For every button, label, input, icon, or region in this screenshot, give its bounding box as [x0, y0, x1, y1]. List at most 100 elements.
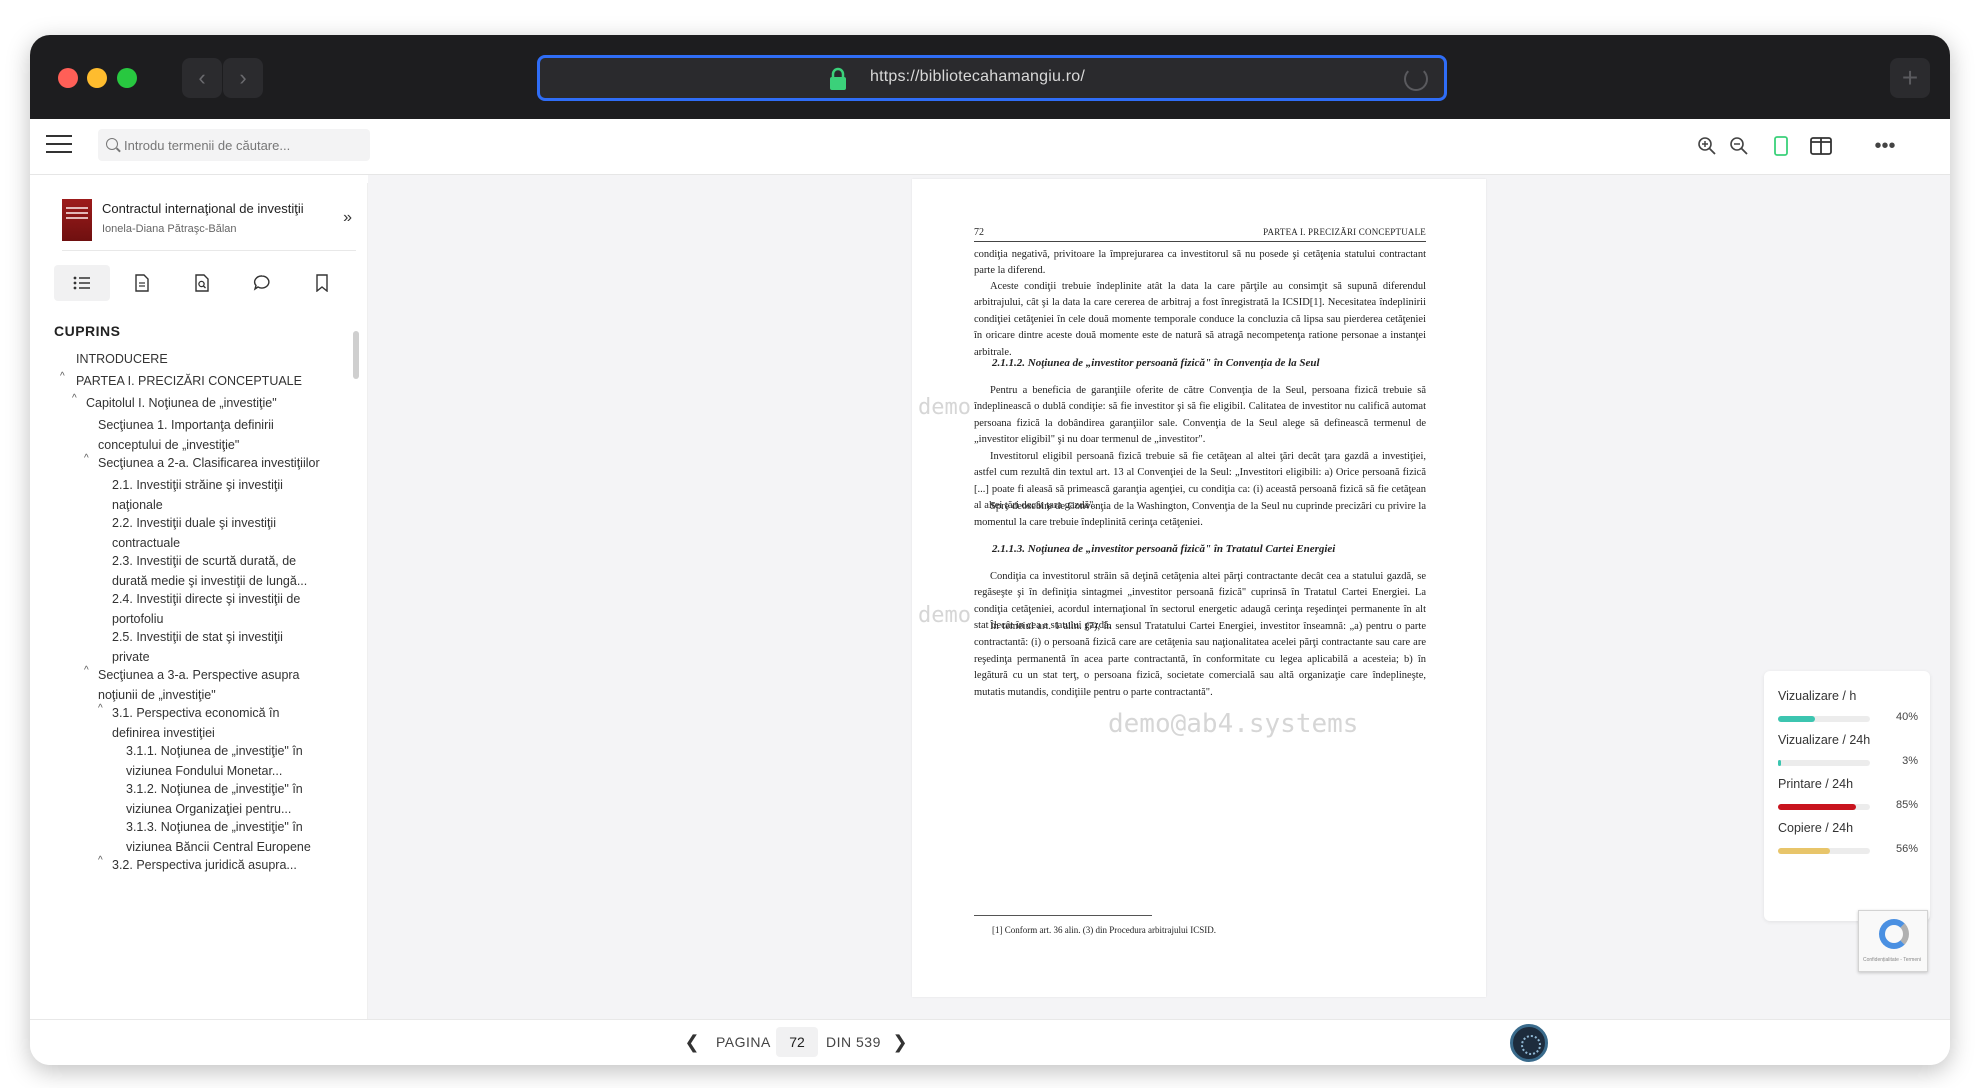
toc-item[interactable]: 3.2. Perspectiva juridică asupra...: [112, 855, 332, 875]
book-cover: [62, 199, 92, 241]
toc-item[interactable]: Secţiunea a 3-a. Perspective asupra noţi…: [98, 665, 318, 705]
book-title: Contractul internaţional de investiţii: [102, 201, 304, 216]
plus-icon: +: [1901, 62, 1919, 93]
minimize-window-button[interactable]: [87, 68, 107, 88]
comment-icon: [253, 275, 270, 291]
toc-item[interactable]: 3.1.1. Noţiunea de „investiţie" în viziu…: [126, 741, 326, 781]
new-tab-button[interactable]: +: [1890, 58, 1930, 98]
close-window-button[interactable]: [58, 68, 78, 88]
footnote-rule: [974, 915, 1152, 916]
chevron-left-icon: ❮: [684, 1031, 700, 1052]
list-icon: [73, 276, 90, 290]
page-number: 72: [974, 227, 984, 238]
toc-item[interactable]: 2.3. Investiţii de scurtă durată, de dur…: [112, 551, 332, 591]
page-number-input[interactable]: 72: [776, 1027, 818, 1057]
stat-value: 85%: [1895, 799, 1918, 811]
toc-item[interactable]: Secţiunea 1. Importanţa definirii concep…: [98, 415, 328, 455]
forward-button[interactable]: ›: [223, 58, 263, 98]
search-box: [98, 129, 370, 161]
stat-bar: [1778, 760, 1870, 766]
sidebar: Contractul internaţional de investiţii I…: [46, 183, 368, 1019]
more-options-icon[interactable]: •••: [1872, 133, 1898, 159]
page-total: DIN 539: [826, 1034, 881, 1050]
page-label: PAGINA: [716, 1034, 771, 1050]
chevron-up-icon[interactable]: ^: [72, 393, 77, 404]
stat-fill: [1778, 760, 1781, 766]
book-header: Contractul internaţional de investiţii I…: [62, 195, 356, 251]
chevron-up-icon[interactable]: ^: [84, 665, 89, 676]
toc-item[interactable]: 3.1. Perspectiva economică în definirea …: [112, 703, 312, 743]
address-bar[interactable]: https://bibliotecahamangiu.ro/: [537, 55, 1447, 101]
section-heading: 2.1.1.3. Noţiunea de „investitor persoan…: [992, 543, 1336, 555]
paragraph: Aceste condiţii trebuie îndeplinite atât…: [974, 281, 1426, 358]
watermark: demo: [918, 603, 971, 628]
tab-comments[interactable]: [234, 265, 290, 301]
back-button[interactable]: ‹: [182, 58, 222, 98]
tab-search-document[interactable]: [174, 265, 230, 301]
recaptcha-badge[interactable]: Confidențialitate - Termeni: [1858, 910, 1928, 972]
document-page: 72 PARTEA I. PRECIZĂRI CONCEPTUALE condi…: [912, 179, 1486, 997]
reader-toolbar: •••: [30, 119, 1950, 175]
toc-item[interactable]: 2.5. Investiţii de stat şi investiţii pr…: [112, 627, 312, 667]
chevron-up-icon[interactable]: ^: [98, 703, 103, 714]
sidebar-tabs: [54, 265, 360, 305]
chevron-up-icon[interactable]: ^: [98, 855, 103, 866]
double-chevron-right-icon[interactable]: »: [343, 209, 352, 227]
toc-item[interactable]: PARTEA I. PRECIZĂRI CONCEPTUALE: [76, 371, 306, 391]
document-search-icon: [195, 274, 209, 292]
cookie-settings-button[interactable]: [1510, 1024, 1548, 1062]
maximize-window-button[interactable]: [117, 68, 137, 88]
recaptcha-text: Confidențialitate - Termeni: [1863, 957, 1921, 963]
watermark: demo@ab4.systems: [1108, 709, 1359, 739]
toc-item[interactable]: 3.1.3. Noţiunea de „investiţie" în viziu…: [126, 817, 336, 857]
toc-item[interactable]: Capitolul I. Noţiunea de „investiţie": [86, 393, 316, 413]
tab-bookmarks[interactable]: [294, 265, 350, 301]
watermark: demo: [918, 395, 971, 420]
footnote: [1] Conform art. 36 alin. (3) din Proced…: [992, 925, 1216, 935]
document-viewer: 72 PARTEA I. PRECIZĂRI CONCEPTUALE condi…: [368, 175, 1950, 1019]
header-rule: [974, 241, 1426, 242]
single-page-view-icon[interactable]: [1768, 133, 1794, 159]
chevron-left-icon: ‹: [198, 65, 206, 90]
stat-value: 40%: [1895, 711, 1918, 723]
menu-icon[interactable]: [46, 135, 72, 155]
document-icon: [135, 274, 149, 292]
stat-copy-day: Copiere / 24h 56%: [1778, 821, 1918, 855]
two-page-view-icon[interactable]: [1808, 133, 1834, 159]
chevron-up-icon[interactable]: ^: [84, 453, 89, 464]
stat-value: 3%: [1902, 755, 1918, 767]
next-page-button[interactable]: ❯: [886, 1028, 914, 1056]
stat-bar: [1778, 848, 1870, 854]
toc-item[interactable]: INTRODUCERE: [76, 349, 306, 369]
reload-icon[interactable]: [1404, 67, 1428, 91]
stat-bar: [1778, 716, 1870, 722]
toc-item[interactable]: Secţiunea a 2-a. Clasificarea investiţii…: [98, 453, 328, 473]
stat-label: Copiere / 24h: [1778, 821, 1854, 835]
toc-item[interactable]: 3.1.2. Noţiunea de „investiţie" în viziu…: [126, 779, 326, 819]
stat-label: Vizualizare / 24h: [1778, 733, 1871, 747]
stat-view-hour: Vizualizare / h 40%: [1778, 689, 1918, 723]
stat-label: Printare / 24h: [1778, 777, 1854, 791]
stat-label: Vizualizare / h: [1778, 689, 1857, 703]
paragraph: În temeiul art. 1 alin. (7), în sensul T…: [974, 621, 1426, 698]
zoom-in-icon[interactable]: [1694, 133, 1720, 159]
toc-item[interactable]: 2.4. Investiţii directe şi investiţii de…: [112, 589, 312, 629]
toc-item[interactable]: 2.1. Investiţii străine şi investiţii na…: [112, 475, 312, 515]
toc-title: CUPRINS: [54, 323, 121, 339]
zoom-out-icon[interactable]: [1726, 133, 1752, 159]
recaptcha-icon: [1879, 919, 1909, 949]
bookmark-icon: [316, 274, 328, 292]
previous-page-button[interactable]: ❮: [678, 1028, 706, 1056]
tab-pages[interactable]: [114, 265, 170, 301]
sidebar-scrollbar[interactable]: [353, 331, 359, 379]
paragraph: condiţia negativă, privitoare la împreju…: [974, 249, 1426, 277]
search-input[interactable]: [124, 135, 364, 155]
chevron-right-icon: ❯: [892, 1031, 908, 1052]
stat-bar: [1778, 804, 1870, 810]
section-heading: 2.1.1.2. Noţiunea de „investitor persoan…: [992, 357, 1320, 369]
chevron-up-icon[interactable]: ^: [60, 371, 65, 382]
usage-stats-panel: Vizualizare / h 40% Vizualizare / 24h 3%…: [1764, 671, 1930, 921]
tab-table-of-contents[interactable]: [54, 265, 110, 301]
stat-fill: [1778, 804, 1857, 810]
toc-item[interactable]: 2.2. Investiţii duale şi investiţii cont…: [112, 513, 312, 553]
